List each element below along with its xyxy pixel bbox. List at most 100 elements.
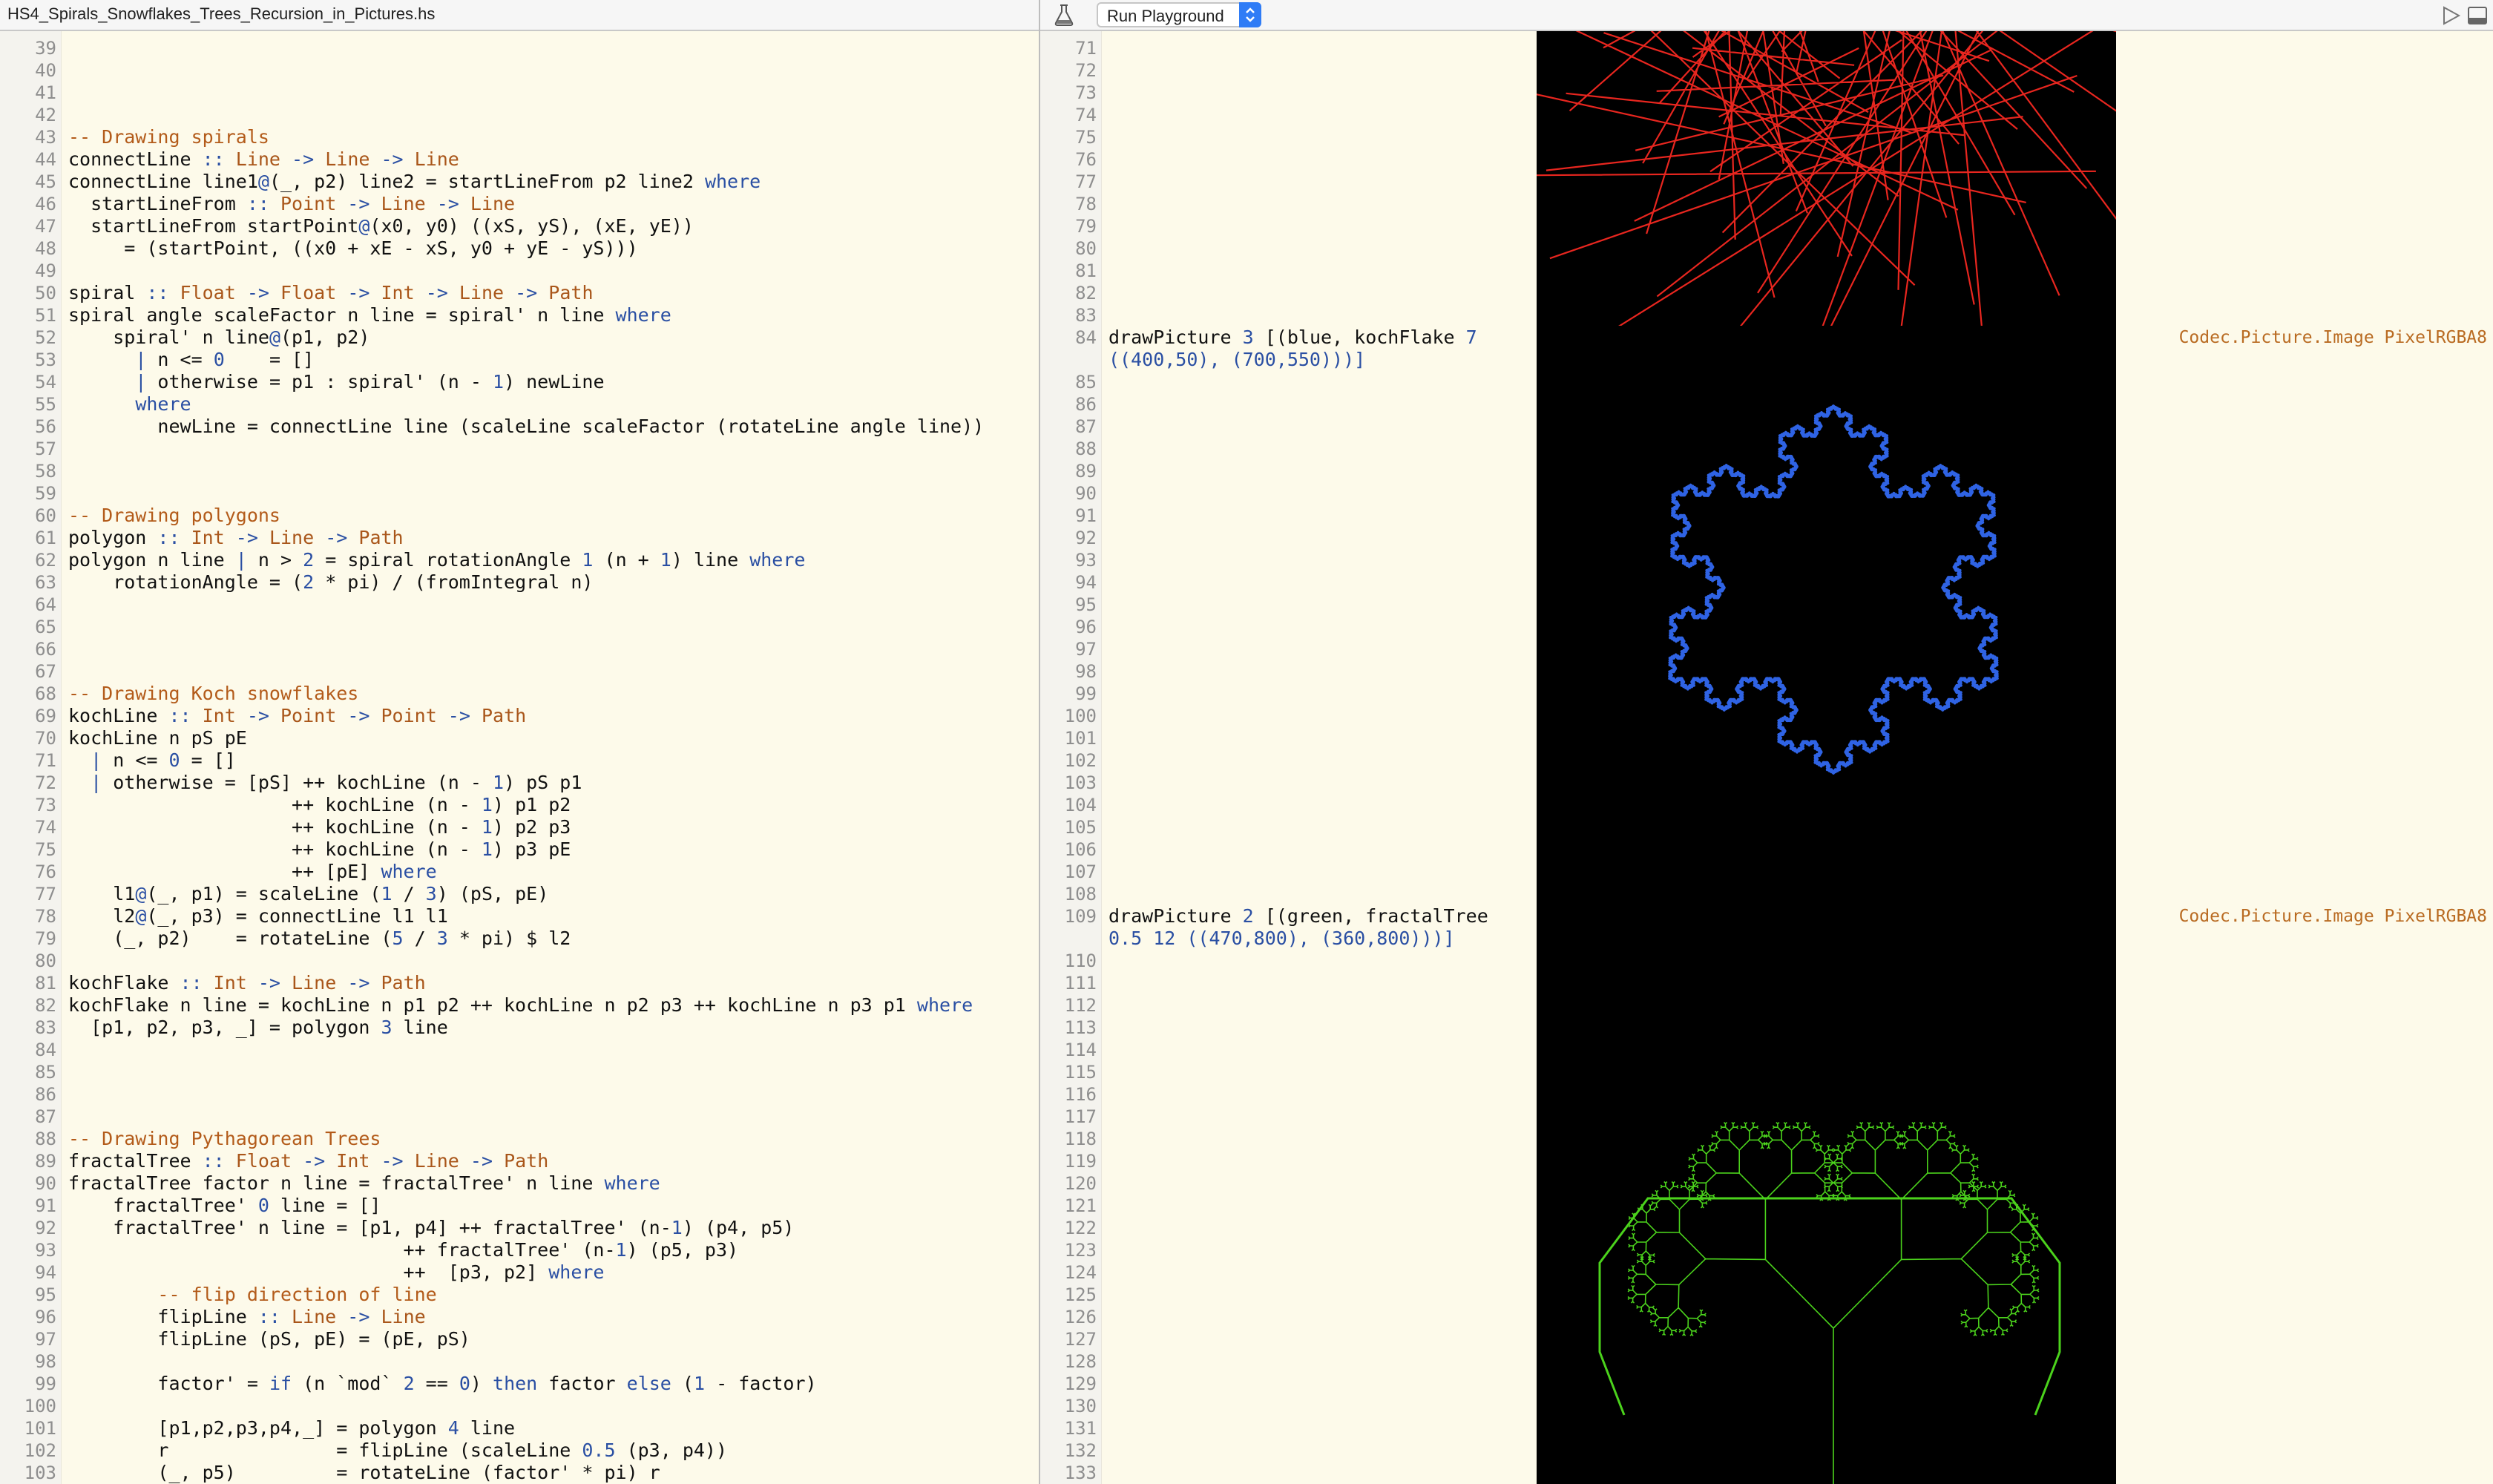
code-line[interactable]: 63 rotationAngle = (2 * pi) / (fromInteg… bbox=[0, 571, 1039, 594]
code-line[interactable]: 40 bbox=[0, 59, 1039, 82]
code-line[interactable]: 43 -- Drawing spirals bbox=[0, 126, 1039, 148]
line-number: 78 bbox=[35, 906, 56, 927]
code-token: where bbox=[704, 171, 761, 192]
code-token: -> bbox=[336, 282, 381, 303]
code-line[interactable]: 84 bbox=[0, 1039, 1039, 1061]
code-line[interactable]: 76 ++ [pE] where bbox=[0, 861, 1039, 883]
result-type-label[interactable]: Codec.Picture.Image PixelRGBA8 bbox=[2179, 905, 2487, 928]
code-line[interactable]: 82 kochFlake n line = kochLine n p1 p2 ++… bbox=[0, 994, 1039, 1017]
code-token: 0 bbox=[168, 749, 180, 771]
code-line[interactable]: 52 spiral' n line@(p1, p2) bbox=[0, 326, 1039, 349]
code-line[interactable]: 70 kochLine n pS pE bbox=[0, 727, 1039, 749]
code-line[interactable]: 50 spiral :: Float -> Float -> Int -> Lin… bbox=[0, 282, 1039, 304]
play-icon[interactable] bbox=[2440, 4, 2462, 27]
code-line[interactable]: 46 startLineFrom :: Point -> Line -> Lin… bbox=[0, 193, 1039, 215]
code-line[interactable]: 64 bbox=[0, 594, 1039, 616]
result-type-label[interactable]: Codec.Picture.Image PixelRGBA8 bbox=[2179, 326, 2487, 349]
code-token: 7 bbox=[1465, 326, 1477, 348]
code-line[interactable]: 85 bbox=[0, 1061, 1039, 1083]
code-token: 2 bbox=[303, 549, 315, 571]
code-token: fractalTree' n line = [p1, p4] ++ fracta… bbox=[68, 1217, 671, 1238]
code-line[interactable]: 88 -- Drawing Pythagorean Trees bbox=[0, 1128, 1039, 1150]
panel-toggle-icon[interactable] bbox=[2466, 4, 2489, 27]
code-line[interactable]: 97 flipLine (pS, pE) = (pE, pS) bbox=[0, 1328, 1039, 1350]
code-line[interactable]: 57 bbox=[0, 438, 1039, 460]
code-line[interactable]: 94 ++ [p3, p2] where bbox=[0, 1261, 1039, 1284]
file-name-tab[interactable]: HS4_Spirals_Snowflakes_Trees_Recursion_i… bbox=[7, 4, 435, 24]
code-line[interactable]: 74 ++ kochLine (n - 1) p2 p3 bbox=[0, 816, 1039, 838]
code-line[interactable]: 83 [p1, p2, p3, _] = polygon 3 line bbox=[0, 1017, 1039, 1039]
code-line[interactable]: 86 bbox=[0, 1083, 1039, 1106]
code-line[interactable]: 102 r = flipLine (scaleLine 0.5 (p3, p4)… bbox=[0, 1439, 1039, 1462]
line-number: 83 bbox=[1075, 305, 1097, 326]
code-token: Path bbox=[504, 1150, 549, 1172]
code-token: -- Drawing Koch snowflakes bbox=[68, 683, 359, 704]
code-token: ((400,50), (700,550)))] bbox=[1108, 349, 1366, 370]
code-line[interactable]: 101 [p1,p2,p3,p4,_] = polygon 4 line bbox=[0, 1417, 1039, 1439]
code-token: factor bbox=[537, 1373, 627, 1394]
code-line[interactable]: 49 bbox=[0, 260, 1039, 282]
code-token: | bbox=[235, 549, 247, 571]
code-line[interactable]: 62 polygon n line | n > 2 = spiral rotati… bbox=[0, 549, 1039, 571]
run-playground-select[interactable]: Run Playground bbox=[1097, 2, 1261, 27]
code-line[interactable]: 98 bbox=[0, 1350, 1039, 1373]
code-line[interactable]: 93 ++ fractalTree' (n-1) (p5, p3) bbox=[0, 1239, 1039, 1261]
code-line[interactable]: 72 | otherwise = [pS] ++ kochLine (n - 1… bbox=[0, 772, 1039, 794]
code-line[interactable]: 81 kochFlake :: Int -> Line -> Path bbox=[0, 972, 1039, 994]
code-line[interactable]: 54 | otherwise = p1 : spiral' (n - 1) ne… bbox=[0, 371, 1039, 393]
code-line[interactable]: 90 fractalTree factor n line = fractalTre… bbox=[0, 1172, 1039, 1195]
code-token: 1 bbox=[481, 838, 493, 860]
line-number: 80 bbox=[1075, 238, 1097, 259]
code-line[interactable]: 44 connectLine :: Line -> Line -> Line bbox=[0, 148, 1039, 171]
code-line[interactable]: 39 bbox=[0, 37, 1039, 59]
code-line[interactable]: 58 bbox=[0, 460, 1039, 482]
code-line[interactable]: 47 startLineFrom startPoint@(x0, y0) ((x… bbox=[0, 215, 1039, 237]
code-line[interactable]: 53 | n <= 0 = [] bbox=[0, 349, 1039, 371]
source-editor[interactable]: 39 40 41 42 43 -- Drawing spirals 44 connectLin… bbox=[0, 31, 1039, 1484]
code-token: 3 bbox=[381, 1017, 392, 1038]
code-line[interactable]: 42 bbox=[0, 104, 1039, 126]
code-line[interactable]: 45 connectLine line1@(_, p2) line2 = star… bbox=[0, 171, 1039, 193]
code-line[interactable]: 89 fractalTree :: Float -> Int -> Line ->… bbox=[0, 1150, 1039, 1172]
code-line[interactable]: 41 bbox=[0, 82, 1039, 104]
code-line[interactable]: 80 bbox=[0, 950, 1039, 972]
code-line[interactable]: 60 -- Drawing polygons bbox=[0, 505, 1039, 527]
code-line[interactable]: 87 bbox=[0, 1106, 1039, 1128]
code-line[interactable]: 68 -- Drawing Koch snowflakes bbox=[0, 683, 1039, 705]
code-line[interactable]: 103 (_, p5) = rotateLine (factor' * pi) … bbox=[0, 1462, 1039, 1484]
code-line[interactable]: 51 spiral angle scaleFactor n line = spir… bbox=[0, 304, 1039, 326]
code-line[interactable]: 78 l2@(_, p3) = connectLine l1 l1 bbox=[0, 905, 1039, 928]
code-line[interactable]: 100 bbox=[0, 1395, 1039, 1417]
code-line[interactable]: 55 where bbox=[0, 393, 1039, 416]
code-line[interactable]: 77 l1@(_, p1) = scaleLine (1 / 3) (pS, p… bbox=[0, 883, 1039, 905]
code-text: -- Drawing Koch snowflakes bbox=[68, 683, 358, 705]
code-line[interactable]: 96 flipLine :: Line -> Line bbox=[0, 1306, 1039, 1328]
code-token: Float bbox=[235, 1150, 292, 1172]
code-token: 1 bbox=[615, 1239, 627, 1261]
code-line[interactable]: 71 | n <= 0 = [] bbox=[0, 749, 1039, 772]
code-line[interactable]: 56 newLine = connectLine line (scaleLine… bbox=[0, 416, 1039, 438]
code-line[interactable]: 95 -- flip direction of line bbox=[0, 1284, 1039, 1306]
code-line[interactable]: 67 bbox=[0, 660, 1039, 683]
code-token: -> bbox=[336, 193, 381, 214]
code-line[interactable]: 91 fractalTree' 0 line = [] bbox=[0, 1195, 1039, 1217]
code-line[interactable]: 69 kochLine :: Int -> Point -> Point -> P… bbox=[0, 705, 1039, 727]
code-line[interactable]: 66 bbox=[0, 638, 1039, 660]
code-line[interactable]: 92 fractalTree' n line = [p1, p4] ++ fra… bbox=[0, 1217, 1039, 1239]
code-line[interactable]: 73 ++ kochLine (n - 1) p1 p2 bbox=[0, 794, 1039, 816]
code-token: 1 bbox=[492, 772, 505, 793]
flask-icon[interactable] bbox=[1051, 3, 1077, 27]
code-line[interactable]: 65 bbox=[0, 616, 1039, 638]
code-line[interactable]: 61 polygon :: Int -> Line -> Path bbox=[0, 527, 1039, 549]
code-line[interactable]: 48 = (startPoint, ((x0 + xE - xS, y0 + y… bbox=[0, 237, 1039, 260]
line-number: 76 bbox=[35, 861, 56, 882]
code-token: 1 bbox=[381, 883, 392, 904]
code-line[interactable]: 59 bbox=[0, 482, 1039, 505]
line-number: 98 bbox=[1075, 661, 1097, 682]
code-token: fractalTree' bbox=[68, 1195, 258, 1216]
line-number: 89 bbox=[1075, 461, 1097, 482]
code-line[interactable]: 99 factor' = if (n `mod` 2 == 0) then fa… bbox=[0, 1373, 1039, 1395]
code-line[interactable]: 79 (_, p2) = rotateLine (5 / 3 * pi) $ l… bbox=[0, 928, 1039, 950]
code-line[interactable]: 75 ++ kochLine (n - 1) p3 pE bbox=[0, 838, 1039, 861]
code-token: -> bbox=[280, 148, 326, 170]
